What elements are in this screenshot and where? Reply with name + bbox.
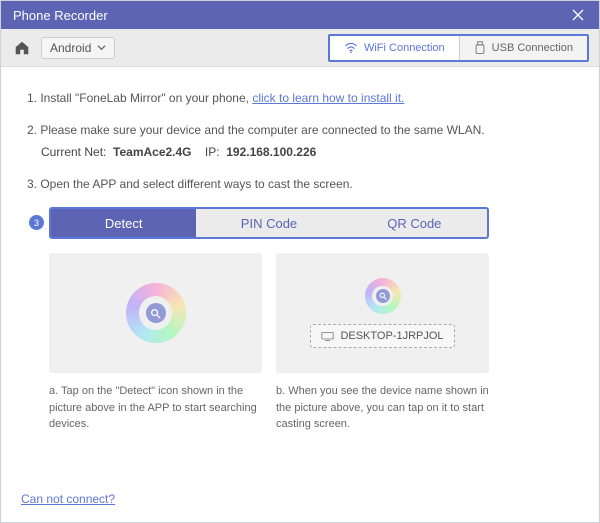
titlebar: Phone Recorder xyxy=(1,1,599,29)
step-badge-3: 3 xyxy=(29,215,44,230)
content-area: 2 1. Install "FoneLab Mirror" on your ph… xyxy=(1,67,599,522)
caption-a: a. Tap on the "Detect" icon shown in the… xyxy=(49,383,262,433)
step-1: 1. Install "FoneLab Mirror" on your phon… xyxy=(27,89,573,107)
cast-tabs: Detect PIN Code QR Code xyxy=(49,207,489,239)
usb-icon xyxy=(474,41,486,55)
platform-select[interactable]: Android xyxy=(41,37,115,59)
step-3: 3. Open the APP and select different way… xyxy=(27,175,573,193)
cannot-connect-link[interactable]: Can not connect? xyxy=(21,492,115,506)
wifi-icon xyxy=(344,41,358,55)
usb-label: USB Connection xyxy=(492,42,573,54)
close-icon[interactable] xyxy=(569,6,587,24)
tab-detect[interactable]: Detect xyxy=(51,209,196,237)
tab-qr[interactable]: QR Code xyxy=(342,209,487,237)
tab-pin[interactable]: PIN Code xyxy=(196,209,341,237)
caption-b: b. When you see the device name shown in… xyxy=(276,383,489,433)
connection-group: WiFi Connection USB Connection xyxy=(328,34,589,62)
step1-text: 1. Install "FoneLab Mirror" on your phon… xyxy=(27,91,252,105)
chevron-down-icon xyxy=(97,43,106,52)
platform-label: Android xyxy=(50,41,91,55)
magnify-small-icon xyxy=(376,289,390,303)
cast-tabs-container: 3 Detect PIN Code QR Code xyxy=(49,207,573,239)
step3-text: 3. Open the APP and select different way… xyxy=(27,177,353,191)
wifi-label: WiFi Connection xyxy=(364,42,445,54)
step-2: 2. Please make sure your device and the … xyxy=(27,121,573,161)
monitor-icon xyxy=(321,331,334,342)
home-icon[interactable] xyxy=(11,37,33,59)
network-info: Current Net: TeamAce2.4G IP: 192.168.100… xyxy=(41,143,573,161)
magnify-icon xyxy=(146,303,166,323)
install-link[interactable]: click to learn how to install it. xyxy=(252,91,404,105)
toolbar: Android WiFi Connection USB Connection xyxy=(1,29,599,67)
net-value: TeamAce2.4G xyxy=(113,145,192,159)
detect-ring-small-icon xyxy=(365,278,401,314)
ip-value: 192.168.100.226 xyxy=(226,145,316,159)
step2-text: 2. Please make sure your device and the … xyxy=(27,123,485,137)
device-name-box: DESKTOP-1JRPJOL xyxy=(310,324,454,348)
ip-prefix: IP: xyxy=(205,145,220,159)
panel-b-image: DESKTOP-1JRPJOL xyxy=(276,253,489,373)
panel-a-image xyxy=(49,253,262,373)
usb-connection-button[interactable]: USB Connection xyxy=(459,36,587,60)
window-title: Phone Recorder xyxy=(13,8,569,23)
panel-b: DESKTOP-1JRPJOL b. When you see the devi… xyxy=(276,253,489,433)
instruction-panels: a. Tap on the "Detect" icon shown in the… xyxy=(49,253,489,433)
detect-ring-icon xyxy=(126,283,186,343)
wifi-connection-button[interactable]: WiFi Connection xyxy=(330,36,459,60)
net-prefix: Current Net: xyxy=(41,145,106,159)
device-name: DESKTOP-1JRPJOL xyxy=(340,330,443,342)
panel-a: a. Tap on the "Detect" icon shown in the… xyxy=(49,253,262,433)
